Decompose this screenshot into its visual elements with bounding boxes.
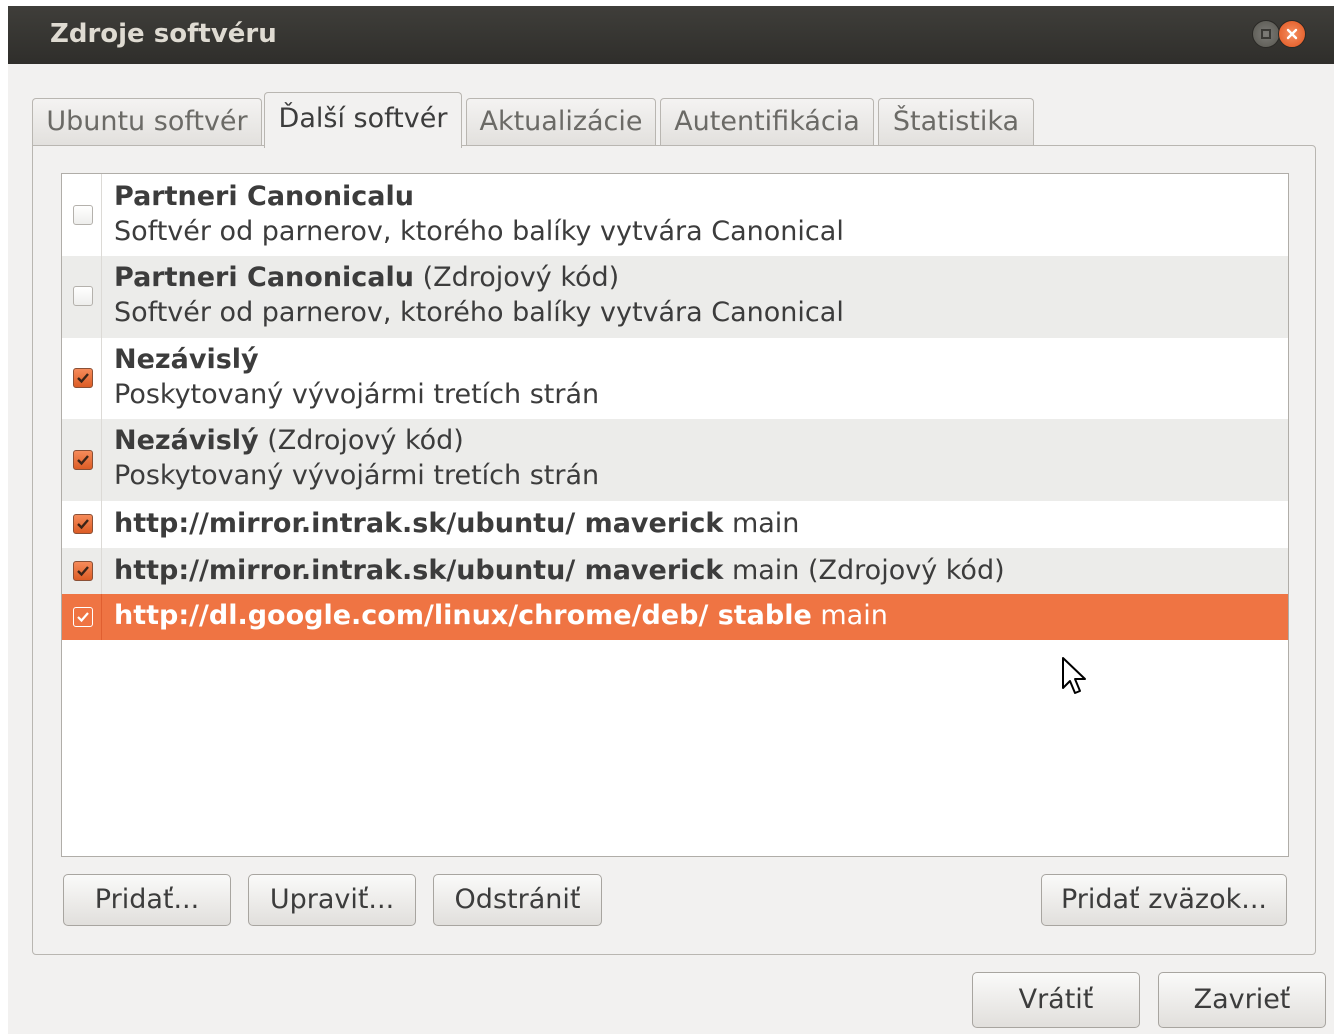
source-title: Nezávislý <box>114 425 259 456</box>
list-item[interactable]: Partneri Canonicalu Softvér od parnerov,… <box>62 174 1288 256</box>
list-item[interactable]: http://mirror.intrak.sk/ubuntu/ maverick… <box>62 501 1288 548</box>
source-title: Partneri Canonicalu <box>114 262 414 293</box>
source-title: http://dl.google.com/linux/chrome/deb/ s… <box>114 600 812 631</box>
check-icon <box>77 373 89 384</box>
source-description: Poskytovaný vývojármi tretích strán <box>114 460 600 491</box>
source-checkbox[interactable] <box>73 450 93 470</box>
source-checkbox[interactable] <box>73 205 93 225</box>
source-title: http://mirror.intrak.sk/ubuntu/ maverick <box>114 508 724 539</box>
list-item[interactable]: Nezávislý (Zdrojový kód) Poskytovaný výv… <box>62 419 1288 501</box>
source-title: Nezávislý <box>114 344 259 375</box>
tab-updates[interactable]: Aktualizácie <box>466 98 656 146</box>
tab-other-software[interactable]: Ďalší softvér <box>264 92 462 148</box>
source-checkbox[interactable] <box>73 514 93 534</box>
title-bar[interactable]: Zdroje softvéru <box>8 6 1334 64</box>
other-software-panel: Partneri Canonicalu Softvér od parnerov,… <box>32 145 1316 955</box>
mouse-cursor-icon <box>1062 657 1086 694</box>
tab-authentication[interactable]: Autentifikácia <box>660 98 874 146</box>
source-title: http://mirror.intrak.sk/ubuntu/ maverick <box>114 555 724 586</box>
source-checkbox[interactable] <box>73 607 93 627</box>
close-icon[interactable] <box>1278 20 1306 48</box>
source-suffix: main <box>723 508 800 539</box>
check-icon <box>77 519 89 530</box>
close-button[interactable]: Zavrieť <box>1158 972 1326 1028</box>
tab-ubuntu-software[interactable]: Ubuntu softvér <box>32 98 262 146</box>
edit-button[interactable]: Upraviť... <box>248 874 416 926</box>
list-item[interactable]: Partneri Canonicalu (Zdrojový kód) Softv… <box>62 256 1288 338</box>
source-description: Poskytovaný vývojármi tretích strán <box>114 379 600 410</box>
source-suffix: (Zdrojový kód) <box>258 425 464 456</box>
check-icon <box>77 612 89 623</box>
list-item[interactable]: Nezávislý Poskytovaný vývojármi tretích … <box>62 338 1288 419</box>
add-cdrom-button[interactable]: Pridať zväzok... <box>1041 874 1287 926</box>
maximize-icon[interactable] <box>1252 20 1280 48</box>
list-item-selected[interactable]: http://dl.google.com/linux/chrome/deb/ s… <box>62 594 1288 640</box>
source-checkbox[interactable] <box>73 286 93 306</box>
list-item[interactable]: http://mirror.intrak.sk/ubuntu/ maverick… <box>62 548 1288 594</box>
source-suffix: (Zdrojový kód) <box>414 262 620 293</box>
source-checkbox[interactable] <box>73 368 93 388</box>
check-icon <box>77 566 89 577</box>
source-title: Partneri Canonicalu <box>114 181 414 212</box>
source-description: Softvér od parnerov, ktorého balíky vytv… <box>114 297 844 328</box>
sources-list[interactable]: Partneri Canonicalu Softvér od parnerov,… <box>61 173 1289 857</box>
remove-button[interactable]: Odstrániť <box>433 874 602 926</box>
add-button[interactable]: Pridať... <box>63 874 231 926</box>
check-icon <box>77 455 89 466</box>
source-description: Softvér od parnerov, ktorého balíky vytv… <box>114 216 844 247</box>
window-title: Zdroje softvéru <box>50 19 277 49</box>
tab-statistics[interactable]: Štatistika <box>878 98 1034 146</box>
source-suffix: main <box>811 600 888 631</box>
source-checkbox[interactable] <box>73 561 93 581</box>
software-sources-window: Zdroje softvéru Ubuntu softvér Ďalší sof… <box>8 6 1334 1034</box>
revert-button[interactable]: Vrátiť <box>972 972 1140 1028</box>
source-suffix: main (Zdrojový kód) <box>723 555 1005 586</box>
